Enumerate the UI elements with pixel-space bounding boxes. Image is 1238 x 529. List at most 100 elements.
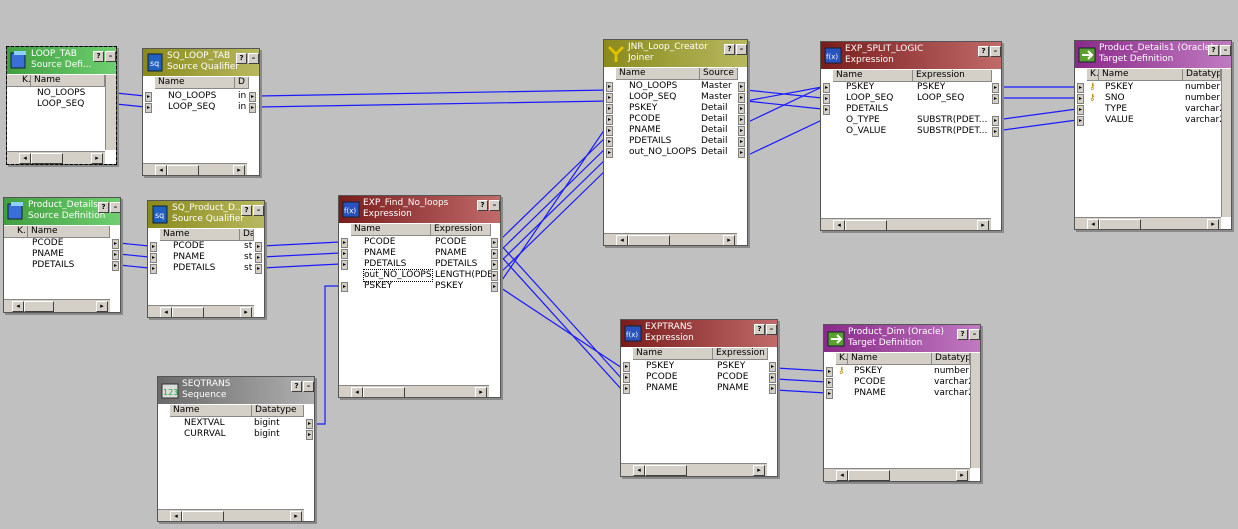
output-port-arrow[interactable]: ▸ — [249, 92, 256, 102]
output-port-arrow[interactable]: ▸ — [255, 264, 262, 274]
vertical-scrollbar[interactable] — [1221, 69, 1231, 217]
help-button[interactable]: ? — [98, 202, 109, 213]
output-port-arrow[interactable]: ▸ — [738, 104, 745, 114]
input-port-arrow[interactable]: ▸ — [606, 115, 613, 125]
help-button[interactable]: ? — [477, 200, 488, 211]
exptrans-header[interactable]: f(x) EXPTRANS Expression ? – — [621, 320, 777, 347]
input-port-arrow[interactable]: ▸ — [823, 105, 830, 115]
input-port-arrow[interactable]: ▸ — [1077, 83, 1084, 93]
minimize-button[interactable]: – — [489, 200, 500, 211]
loop-tab-header[interactable]: LOOP_TAB Source Defi... ? – — [7, 47, 116, 74]
input-port-arrow[interactable]: ▸ — [150, 242, 157, 252]
vertical-scrollbar[interactable] — [970, 353, 980, 468]
input-port-arrow[interactable]: ▸ — [150, 253, 157, 263]
port-row[interactable]: PCODE PCODE — [364, 237, 492, 248]
horizontal-scrollbar[interactable]: ◂ ▸ — [148, 305, 254, 317]
product-details1-target[interactable]: Product_Details1 (Oracle) Target Definit… — [1074, 40, 1232, 230]
sq-product-qualifier[interactable]: sq SQ_Product_D... Source Qualifier ? – … — [147, 200, 265, 318]
port-row[interactable]: PNAME varchar2 — [838, 388, 974, 399]
port-row[interactable]: out_NO_LOOPS LENGTH(PDE — [363, 269, 492, 282]
horizontal-scrollbar[interactable]: ◂ ▸ — [339, 385, 489, 397]
help-button[interactable]: ? — [724, 44, 735, 55]
output-port-arrow[interactable]: ▸ — [491, 260, 498, 270]
output-port-arrow[interactable]: ▸ — [491, 271, 498, 281]
port-link[interactable] — [257, 89, 610, 97]
port-row[interactable]: out_NO_LOOPS Detail — [629, 147, 739, 158]
input-port-arrow[interactable]: ▸ — [1077, 105, 1084, 115]
port-link[interactable] — [497, 166, 610, 276]
port-link[interactable] — [745, 86, 823, 124]
port-link[interactable] — [745, 86, 823, 102]
port-row[interactable]: O_VALUE SUBSTR(PDET... — [846, 126, 994, 137]
product-details-source-header[interactable]: Product_Details... Source Definition ? – — [4, 198, 120, 225]
jnr-header[interactable]: JNR_Loop_Creator Joiner ? – — [604, 40, 747, 67]
sq-loop-tab-header[interactable]: sq SQ_LOOP_TAB Source Qualifier ? – — [143, 49, 259, 76]
exp-find-header[interactable]: f(x) EXP_Find_No_loops Expression ? – — [339, 196, 500, 223]
port-row[interactable]: O_TYPE SUBSTR(PDET... — [846, 115, 994, 126]
output-port-arrow[interactable]: ▸ — [491, 249, 498, 259]
port-link[interactable] — [497, 285, 623, 369]
input-port-arrow[interactable]: ▸ — [606, 104, 613, 114]
output-port-arrow[interactable]: ▸ — [738, 93, 745, 103]
input-port-arrow[interactable]: ▸ — [826, 367, 833, 377]
help-button[interactable]: ? — [241, 205, 252, 216]
help-button[interactable]: ? — [1208, 45, 1219, 56]
input-port-arrow[interactable]: ▸ — [826, 389, 833, 399]
port-link[interactable] — [745, 89, 823, 99]
output-port-arrow[interactable]: ▸ — [992, 83, 999, 93]
minimize-button[interactable]: – — [736, 44, 747, 55]
help-button[interactable]: ? — [754, 324, 765, 335]
product-details-source[interactable]: Product_Details... Source Definition ? –… — [3, 197, 121, 313]
horizontal-scrollbar[interactable]: ◂ ▸ — [1075, 217, 1221, 229]
horizontal-scrollbar[interactable]: ◂ ▸ — [824, 468, 970, 481]
product-details1-header[interactable]: Product_Details1 (Oracle) Target Definit… — [1075, 41, 1231, 68]
port-row[interactable]: LOOP_SEQ LOOP_SEQ — [846, 93, 994, 104]
help-button[interactable]: ? — [236, 53, 247, 64]
minimize-button[interactable]: – — [1220, 45, 1231, 56]
output-port-arrow[interactable]: ▸ — [491, 282, 498, 292]
horizontal-scrollbar[interactable]: ◂ ▸ — [143, 163, 247, 175]
seqtrans-header[interactable]: 123 SEQTRANS Sequence ? – — [158, 377, 314, 404]
input-port-arrow[interactable]: ▸ — [606, 126, 613, 136]
port-row[interactable]: PCODE Detail — [629, 114, 739, 125]
input-port-arrow[interactable]: ▸ — [823, 83, 830, 93]
port-link[interactable] — [261, 252, 341, 258]
port-row[interactable]: NO_LOOPS in — [168, 91, 248, 102]
port-row[interactable]: PDETAILS st — [173, 263, 255, 274]
input-port-arrow[interactable]: ▸ — [623, 373, 630, 383]
exp-split-header[interactable]: f(x) EXP_SPLIT_LOGIC Expression ? – — [821, 42, 1001, 69]
port-link[interactable] — [115, 92, 146, 97]
minimize-button[interactable]: – — [253, 205, 264, 216]
sq-loop-tab-qualifier[interactable]: sq SQ_LOOP_TAB Source Qualifier ? – Name… — [142, 48, 260, 176]
port-row[interactable]: PCODE varchar2 — [838, 377, 974, 388]
port-row[interactable]: PSKEY PSKEY — [364, 281, 492, 292]
port-row[interactable]: PSKEY PSKEY — [646, 361, 768, 372]
minimize-button[interactable]: – — [969, 329, 980, 340]
port-link[interactable] — [775, 378, 827, 383]
port-row[interactable]: PCODE PCODE — [646, 372, 768, 383]
input-port-arrow[interactable]: ▸ — [823, 94, 830, 104]
port-row[interactable]: ⚷ PSKEY number — [838, 366, 970, 377]
port-row[interactable]: PNAME PNAME — [646, 383, 768, 394]
output-port-arrow[interactable]: ▸ — [112, 250, 119, 260]
port-link[interactable] — [745, 119, 823, 157]
port-link[interactable] — [313, 285, 340, 425]
horizontal-scrollbar[interactable]: ◂ ▸ — [4, 299, 110, 312]
port-link[interactable] — [118, 242, 150, 247]
sq-product-header[interactable]: sq SQ_Product_D... Source Qualifier ? – — [148, 201, 264, 228]
port-row[interactable]: VALUE varchar2 — [1089, 115, 1225, 126]
port-row[interactable]: LOOP_SEQ in — [168, 102, 248, 113]
port-link[interactable] — [497, 252, 623, 391]
output-port-arrow[interactable]: ▸ — [738, 115, 745, 125]
jnr-loop-creator[interactable]: JNR_Loop_Creator Joiner ? – Name Source … — [603, 39, 748, 246]
port-row[interactable]: PSKEY PSKEY — [846, 82, 994, 93]
port-row[interactable]: ⚷ SNO number — [1089, 93, 1221, 104]
port-link[interactable] — [118, 264, 150, 269]
output-port-arrow[interactable]: ▸ — [249, 103, 256, 113]
input-port-arrow[interactable]: ▸ — [1077, 94, 1084, 104]
port-link[interactable] — [497, 155, 610, 265]
minimize-button[interactable]: – — [303, 381, 314, 392]
port-row[interactable]: NEXTVAL bigint — [184, 418, 304, 429]
help-button[interactable]: ? — [93, 51, 104, 62]
input-port-arrow[interactable]: ▸ — [606, 148, 613, 158]
